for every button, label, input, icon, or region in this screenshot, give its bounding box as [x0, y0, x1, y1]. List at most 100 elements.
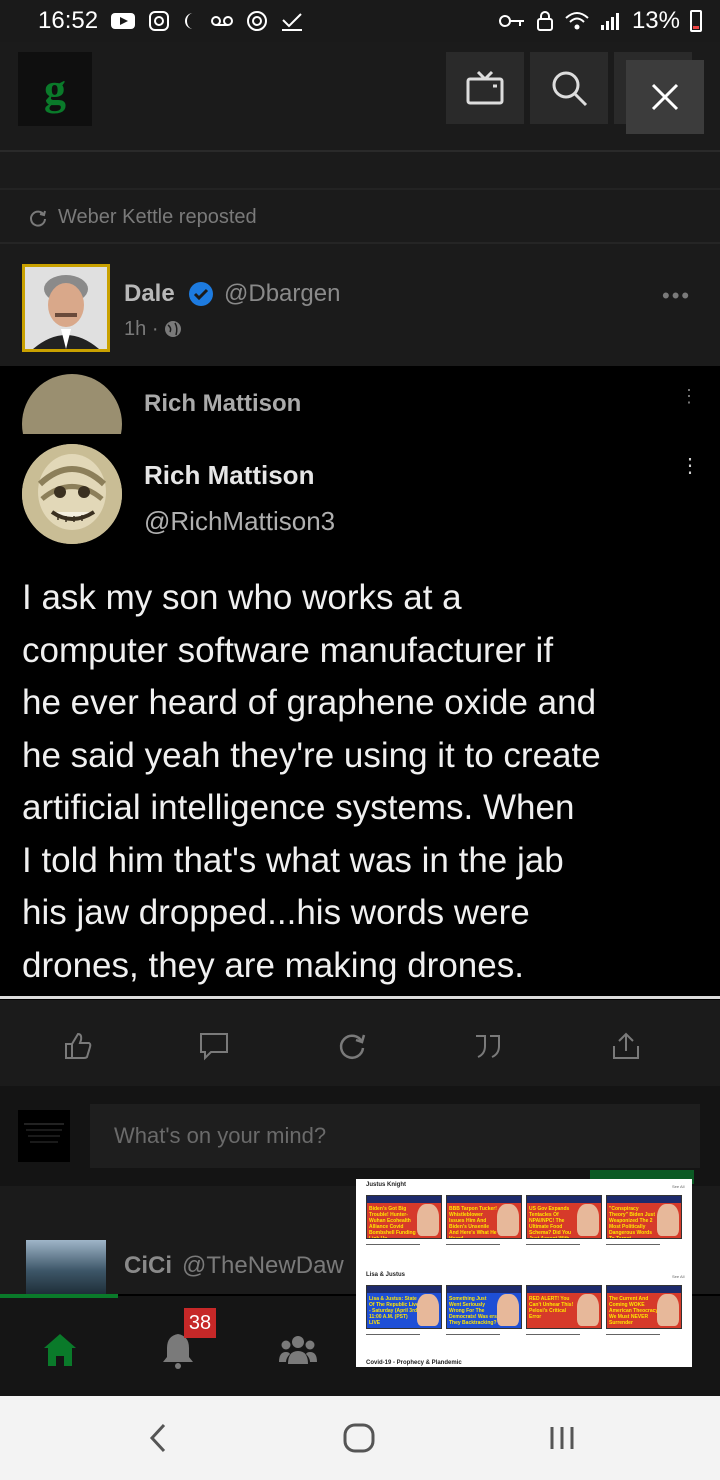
video-thumbnail-title: "Conspiracy Theory" Biden Just Weaponize… — [609, 1206, 655, 1239]
tweet-line: he said yeah they're using it to create — [22, 735, 601, 775]
notification-badge: 38 — [184, 1308, 216, 1338]
check-icon — [282, 13, 303, 31]
app-logo[interactable]: g — [18, 52, 92, 126]
tweet-line: he ever heard of graphene oxide and — [22, 683, 597, 722]
video-thumbnail-title: BBB Tarpon Tucker! Whistleblower Issues … — [449, 1206, 497, 1239]
video-thumbnail[interactable]: BBB Tarpon Tucker! Whistleblower Issues … — [446, 1195, 522, 1239]
lock-icon — [536, 11, 553, 31]
ghost-more-icon: ⋮ — [680, 386, 698, 406]
video-thumbnail[interactable]: US Gov Expands Tentacles Of NPAI/NPC! Th… — [526, 1195, 602, 1239]
home-icon[interactable] — [40, 1330, 80, 1370]
see-all-link[interactable]: See All — [672, 1184, 684, 1189]
tv-button[interactable] — [446, 52, 524, 124]
separator-dot: · — [151, 318, 165, 340]
tweet-line: computer software manufacturer if — [22, 630, 554, 670]
post-more-button[interactable]: ••• — [662, 283, 691, 309]
app-header: g — [0, 42, 720, 142]
user-avatar[interactable] — [18, 1110, 70, 1162]
tweet-line: I told him that's what was in the jab — [22, 840, 564, 880]
video-thumbnail-title: Biden's Got Big Trouble! Hunter-Wuhan Ec… — [369, 1206, 416, 1239]
tweet-more-icon[interactable]: ⋮ — [680, 456, 700, 476]
voicemail-icon — [211, 16, 234, 26]
video-thumbnail-title: RED ALERT! You Can't Unhear This! Pelosi… — [529, 1296, 574, 1320]
video-caption: ▬▬▬▬▬▬▬▬▬▬▬▬▬▬▬▬▬▬ — [446, 1242, 500, 1246]
tweet-author-handle[interactable]: @RichMattison3 — [144, 506, 335, 537]
section-title: Lisa & Justus — [366, 1272, 406, 1278]
repost-small-icon — [30, 210, 46, 227]
video-thumbnail[interactable]: Something Just Went Seriously Wrong For … — [446, 1285, 522, 1329]
quote-icon[interactable] — [472, 1030, 504, 1062]
post-time-text: 1h — [124, 318, 147, 340]
status-bar: 16:52 13% — [0, 0, 720, 42]
like-icon[interactable] — [62, 1030, 94, 1062]
battery-icon — [690, 10, 702, 32]
avatar-photo — [25, 267, 107, 349]
tweet-text: I ask my son who works at a computer sof… — [22, 572, 702, 992]
share-icon[interactable] — [610, 1030, 642, 1062]
wifi-icon — [565, 12, 589, 30]
video-thumbnail[interactable]: RED ALERT! You Can't Unhear This! Pelosi… — [526, 1285, 602, 1329]
next-post-author-handle[interactable]: @TheNewDaw — [182, 1252, 357, 1280]
divider — [0, 188, 720, 190]
tv-icon — [466, 70, 504, 105]
video-caption: ▬▬▬▬▬▬▬▬▬▬▬▬▬▬▬▬▬▬ — [526, 1242, 580, 1246]
close-icon — [651, 83, 679, 111]
tweet-avatar[interactable] — [22, 444, 122, 544]
signal-icon — [600, 13, 619, 30]
recents-icon[interactable] — [548, 1424, 576, 1452]
repost-indicator[interactable]: Weber Kettle reposted — [28, 206, 257, 229]
divider — [0, 242, 720, 244]
video-caption: ▬▬▬▬▬▬▬▬▬▬▬▬▬▬▬▬▬▬ — [606, 1242, 660, 1246]
nfc-icon — [247, 11, 268, 31]
video-caption: ▬▬▬▬▬▬▬▬▬▬▬▬▬▬▬▬▬▬ — [446, 1332, 500, 1336]
clock: 16:52 — [38, 7, 99, 34]
section-title: Justus Knight — [366, 1182, 406, 1188]
video-caption: ▬▬▬▬▬▬▬▬▬▬▬▬▬▬▬▬▬▬ — [366, 1242, 420, 1246]
next-post-author-name[interactable]: CiCi — [124, 1252, 172, 1280]
video-thumbnail[interactable]: Lisa & Justus: State Of The Republic Liv… — [366, 1285, 442, 1329]
video-caption: ▬▬▬▬▬▬▬▬▬▬▬▬▬▬▬▬▬▬ — [606, 1332, 660, 1336]
instagram-icon — [149, 11, 170, 31]
search-button[interactable] — [530, 52, 608, 124]
post-author-name[interactable]: Dale — [124, 280, 175, 308]
search-icon — [552, 71, 588, 107]
tweet-author-name[interactable]: Rich Mattison — [144, 460, 314, 491]
back-icon[interactable] — [146, 1422, 170, 1454]
ghost-author-name: Rich Mattison — [144, 390, 302, 417]
groups-icon[interactable] — [278, 1330, 318, 1370]
next-post-avatar[interactable] — [26, 1240, 106, 1296]
close-button[interactable] — [626, 60, 704, 134]
repost-label: Weber Kettle reposted — [58, 206, 257, 228]
avatar-photo — [18, 1110, 70, 1162]
repost-icon[interactable] — [336, 1030, 368, 1062]
home-button-icon[interactable] — [342, 1422, 376, 1454]
see-all-link[interactable]: See All — [672, 1274, 684, 1279]
post-time: 1h · — [124, 318, 182, 341]
logo-letter: g — [44, 64, 66, 114]
video-thumbnail[interactable]: Biden's Got Big Trouble! Hunter-Wuhan Ec… — [366, 1195, 442, 1239]
globe-icon — [165, 321, 182, 337]
tweet-line: artificial intelligence systems. When — [22, 788, 575, 827]
tweet-line: drones, they are making drones. — [22, 945, 524, 985]
post-composer-input[interactable]: What's on your mind? — [90, 1104, 700, 1168]
video-thumbnail[interactable]: "Conspiracy Theory" Biden Just Weaponize… — [606, 1195, 682, 1239]
video-caption: ▬▬▬▬▬▬▬▬▬▬▬▬▬▬▬▬▬▬ — [366, 1332, 420, 1336]
video-caption: ▬▬▬▬▬▬▬▬▬▬▬▬▬▬▬▬▬▬ — [526, 1332, 580, 1336]
battery-percent: 13% — [631, 7, 680, 34]
ghost-avatar — [22, 374, 122, 434]
verified-badge-icon — [189, 282, 213, 306]
divider — [0, 150, 720, 152]
comment-icon[interactable] — [198, 1030, 230, 1062]
post-author-handle[interactable]: @Dbargen — [224, 280, 340, 308]
avatar[interactable] — [22, 264, 110, 352]
video-thumbnail[interactable]: The Current And Coming WOKE American The… — [606, 1285, 682, 1329]
video-thumbnail-title: Something Just Went Seriously Wrong For … — [449, 1296, 497, 1326]
system-nav-bar — [0, 1396, 720, 1480]
video-preview-overlay[interactable]: Justus Knight See All Biden's Got Big Tr… — [356, 1179, 692, 1367]
video-thumbnail-title: Lisa & Justus: State Of The Republic Liv… — [369, 1296, 419, 1326]
tweet-image-border — [0, 996, 720, 999]
video-thumbnail-title: US Gov Expands Tentacles Of NPAI/NPC! Th… — [529, 1206, 572, 1239]
key-icon — [498, 15, 524, 27]
youtube-icon — [111, 13, 136, 29]
section-title: Covid-19 - Prophecy & Plandemic — [366, 1360, 462, 1366]
